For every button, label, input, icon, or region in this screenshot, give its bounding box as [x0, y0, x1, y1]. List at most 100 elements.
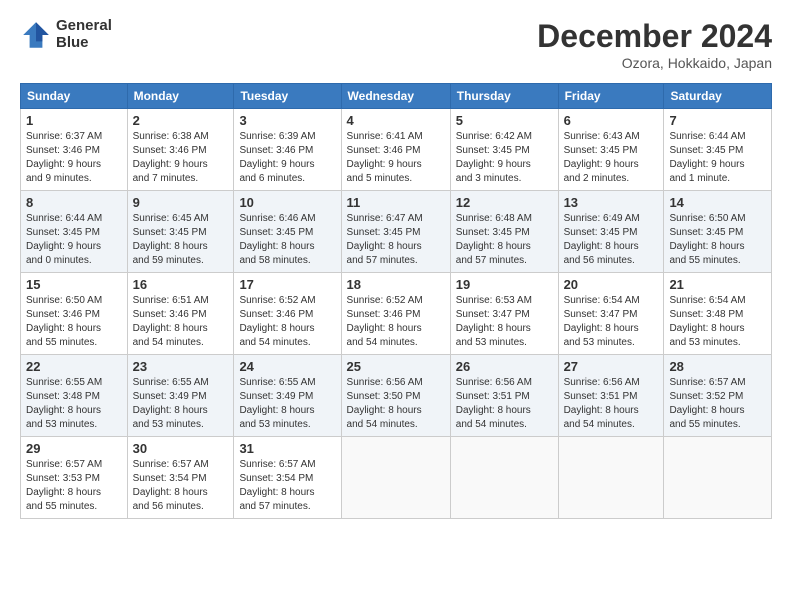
day-detail: Sunrise: 6:50 AM Sunset: 3:46 PM Dayligh…: [26, 294, 122, 350]
day-detail: Sunrise: 6:55 AM Sunset: 3:49 PM Dayligh…: [239, 376, 335, 432]
day-number: 7: [669, 113, 766, 128]
calendar-table: Sunday Monday Tuesday Wednesday Thursday…: [20, 83, 772, 519]
col-monday: Monday: [127, 84, 234, 109]
day-number: 23: [133, 359, 229, 374]
calendar-cell: 20 Sunrise: 6:54 AM Sunset: 3:47 PM Dayli…: [558, 273, 664, 355]
day-detail: Sunrise: 6:45 AM Sunset: 3:45 PM Dayligh…: [133, 212, 229, 268]
day-detail: Sunrise: 6:57 AM Sunset: 3:53 PM Dayligh…: [26, 458, 122, 514]
day-number: 8: [26, 195, 122, 210]
day-detail: Sunrise: 6:55 AM Sunset: 3:48 PM Dayligh…: [26, 376, 122, 432]
day-detail: Sunrise: 6:56 AM Sunset: 3:51 PM Dayligh…: [456, 376, 553, 432]
day-detail: Sunrise: 6:54 AM Sunset: 3:47 PM Dayligh…: [564, 294, 659, 350]
calendar-cell: 24 Sunrise: 6:55 AM Sunset: 3:49 PM Dayli…: [234, 355, 341, 437]
day-number: 26: [456, 359, 553, 374]
day-detail: Sunrise: 6:39 AM Sunset: 3:46 PM Dayligh…: [239, 130, 335, 186]
col-sunday: Sunday: [21, 84, 128, 109]
col-saturday: Saturday: [664, 84, 772, 109]
day-detail: Sunrise: 6:46 AM Sunset: 3:45 PM Dayligh…: [239, 212, 335, 268]
calendar-cell: 6 Sunrise: 6:43 AM Sunset: 3:45 PM Daylig…: [558, 109, 664, 191]
header: General Blue December 2024 Ozora, Hokkai…: [20, 18, 772, 71]
day-number: 1: [26, 113, 122, 128]
calendar-cell: 17 Sunrise: 6:52 AM Sunset: 3:46 PM Dayli…: [234, 273, 341, 355]
day-number: 19: [456, 277, 553, 292]
calendar-cell: [450, 437, 558, 519]
logo-text: General Blue: [56, 18, 112, 51]
calendar-cell: 31 Sunrise: 6:57 AM Sunset: 3:54 PM Dayli…: [234, 437, 341, 519]
col-tuesday: Tuesday: [234, 84, 341, 109]
calendar-cell: 29 Sunrise: 6:57 AM Sunset: 3:53 PM Dayli…: [21, 437, 128, 519]
calendar-cell: 1 Sunrise: 6:37 AM Sunset: 3:46 PM Daylig…: [21, 109, 128, 191]
calendar-cell: 27Sunrise: 6:56 AM Sunset: 3:51 PM Dayli…: [558, 355, 664, 437]
day-number: 12: [456, 195, 553, 210]
calendar-cell: 10 Sunrise: 6:46 AM Sunset: 3:45 PM Dayli…: [234, 191, 341, 273]
day-detail: Sunrise: 6:44 AM Sunset: 3:45 PM Dayligh…: [26, 212, 122, 268]
calendar-cell: 23Sunrise: 6:55 AM Sunset: 3:49 PM Dayli…: [127, 355, 234, 437]
day-number: 9: [133, 195, 229, 210]
location: Ozora, Hokkaido, Japan: [537, 55, 772, 71]
calendar-cell: [558, 437, 664, 519]
day-number: 31: [239, 441, 335, 456]
month-title: December 2024: [537, 18, 772, 55]
calendar-cell: 18 Sunrise: 6:52 AM Sunset: 3:46 PM Dayli…: [341, 273, 450, 355]
day-detail: Sunrise: 6:52 AM Sunset: 3:46 PM Dayligh…: [239, 294, 335, 350]
logo: General Blue: [20, 18, 112, 51]
calendar-cell: 7 Sunrise: 6:44 AM Sunset: 3:45 PM Daylig…: [664, 109, 772, 191]
day-number: 6: [564, 113, 659, 128]
calendar-week-row-1: 8 Sunrise: 6:44 AM Sunset: 3:45 PM Daylig…: [21, 191, 772, 273]
day-number: 28: [669, 359, 766, 374]
calendar-cell: 26 Sunrise: 6:56 AM Sunset: 3:51 PM Dayli…: [450, 355, 558, 437]
calendar-cell: 2 Sunrise: 6:38 AM Sunset: 3:46 PM Daylig…: [127, 109, 234, 191]
day-number: 16: [133, 277, 229, 292]
calendar-week-row-2: 15 Sunrise: 6:50 AM Sunset: 3:46 PM Dayli…: [21, 273, 772, 355]
col-wednesday: Wednesday: [341, 84, 450, 109]
day-detail: Sunrise: 6:42 AM Sunset: 3:45 PM Dayligh…: [456, 130, 553, 186]
day-number: 27: [564, 359, 659, 374]
calendar-cell: 11 Sunrise: 6:47 AM Sunset: 3:45 PM Dayli…: [341, 191, 450, 273]
day-number: 21: [669, 277, 766, 292]
title-block: December 2024 Ozora, Hokkaido, Japan: [537, 18, 772, 71]
day-detail: Sunrise: 6:38 AM Sunset: 3:46 PM Dayligh…: [133, 130, 229, 186]
day-number: 11: [347, 195, 445, 210]
day-detail: Sunrise: 6:57 AM Sunset: 3:54 PM Dayligh…: [133, 458, 229, 514]
day-detail: Sunrise: 6:50 AM Sunset: 3:45 PM Dayligh…: [669, 212, 766, 268]
calendar-cell: 5Sunrise: 6:42 AM Sunset: 3:45 PM Daylig…: [450, 109, 558, 191]
day-detail: Sunrise: 6:53 AM Sunset: 3:47 PM Dayligh…: [456, 294, 553, 350]
calendar-cell: 19 Sunrise: 6:53 AM Sunset: 3:47 PM Dayli…: [450, 273, 558, 355]
day-number: 20: [564, 277, 659, 292]
calendar-cell: 22 Sunrise: 6:55 AM Sunset: 3:48 PM Dayli…: [21, 355, 128, 437]
calendar-cell: 25Sunrise: 6:56 AM Sunset: 3:50 PM Dayli…: [341, 355, 450, 437]
calendar-cell: [341, 437, 450, 519]
day-number: 30: [133, 441, 229, 456]
col-friday: Friday: [558, 84, 664, 109]
day-detail: Sunrise: 6:47 AM Sunset: 3:45 PM Dayligh…: [347, 212, 445, 268]
day-number: 15: [26, 277, 122, 292]
calendar-cell: 16 Sunrise: 6:51 AM Sunset: 3:46 PM Dayli…: [127, 273, 234, 355]
calendar-week-row-4: 29 Sunrise: 6:57 AM Sunset: 3:53 PM Dayli…: [21, 437, 772, 519]
day-detail: Sunrise: 6:41 AM Sunset: 3:46 PM Dayligh…: [347, 130, 445, 186]
calendar-cell: 21Sunrise: 6:54 AM Sunset: 3:48 PM Dayli…: [664, 273, 772, 355]
calendar-cell: 8 Sunrise: 6:44 AM Sunset: 3:45 PM Daylig…: [21, 191, 128, 273]
calendar-cell: 30 Sunrise: 6:57 AM Sunset: 3:54 PM Dayli…: [127, 437, 234, 519]
day-number: 18: [347, 277, 445, 292]
day-number: 24: [239, 359, 335, 374]
day-number: 2: [133, 113, 229, 128]
calendar-cell: 12Sunrise: 6:48 AM Sunset: 3:45 PM Dayli…: [450, 191, 558, 273]
day-detail: Sunrise: 6:44 AM Sunset: 3:45 PM Dayligh…: [669, 130, 766, 186]
day-number: 17: [239, 277, 335, 292]
day-detail: Sunrise: 6:57 AM Sunset: 3:54 PM Dayligh…: [239, 458, 335, 514]
day-number: 25: [347, 359, 445, 374]
day-detail: Sunrise: 6:43 AM Sunset: 3:45 PM Dayligh…: [564, 130, 659, 186]
day-number: 22: [26, 359, 122, 374]
calendar-cell: 3 Sunrise: 6:39 AM Sunset: 3:46 PM Daylig…: [234, 109, 341, 191]
day-detail: Sunrise: 6:51 AM Sunset: 3:46 PM Dayligh…: [133, 294, 229, 350]
day-number: 10: [239, 195, 335, 210]
day-detail: Sunrise: 6:37 AM Sunset: 3:46 PM Dayligh…: [26, 130, 122, 186]
day-number: 3: [239, 113, 335, 128]
day-number: 13: [564, 195, 659, 210]
calendar-cell: 13Sunrise: 6:49 AM Sunset: 3:45 PM Dayli…: [558, 191, 664, 273]
day-detail: Sunrise: 6:52 AM Sunset: 3:46 PM Dayligh…: [347, 294, 445, 350]
calendar-week-row-0: 1 Sunrise: 6:37 AM Sunset: 3:46 PM Daylig…: [21, 109, 772, 191]
day-number: 4: [347, 113, 445, 128]
day-number: 29: [26, 441, 122, 456]
calendar-cell: 14Sunrise: 6:50 AM Sunset: 3:45 PM Dayli…: [664, 191, 772, 273]
